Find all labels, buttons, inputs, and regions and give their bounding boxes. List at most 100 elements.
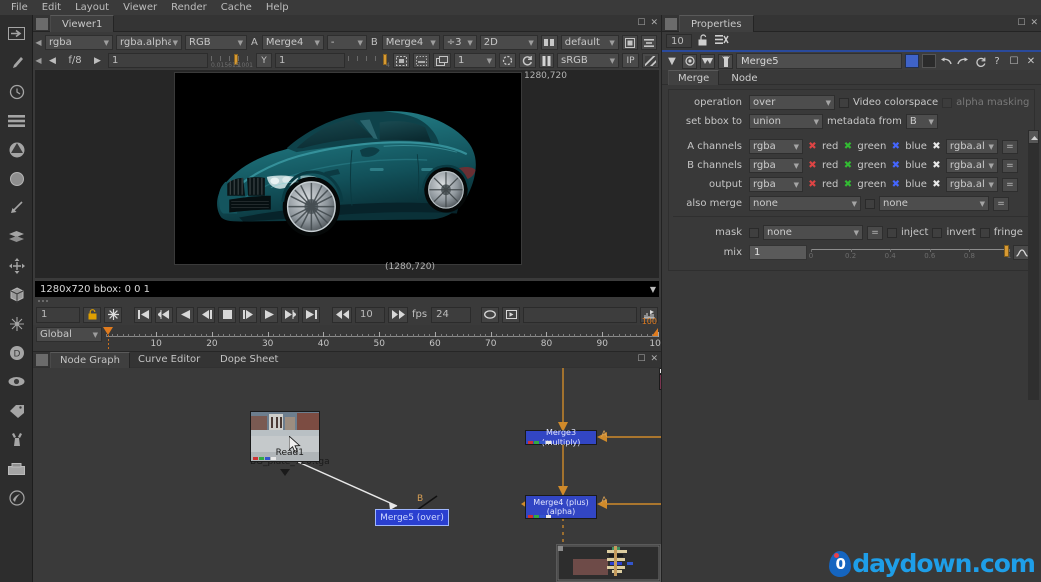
filter-node-icon[interactable] <box>0 164 33 193</box>
gamma-slider[interactable]: 4 <box>348 54 390 69</box>
timeline-scope-select[interactable]: Global ▼ <box>36 327 102 342</box>
end-marker[interactable] <box>652 328 658 336</box>
ip-button[interactable]: IP <box>622 53 639 68</box>
merge-node-icon[interactable] <box>0 222 33 251</box>
gain-value-field[interactable]: 1 <box>108 53 208 68</box>
metadata-node-icon[interactable] <box>0 396 33 425</box>
redo-icon[interactable] <box>956 54 970 69</box>
output-green-toggle[interactable]: ✖ <box>842 179 853 190</box>
scrollbar-up-button[interactable] <box>1028 130 1039 144</box>
tab-node[interactable]: Node <box>722 71 766 86</box>
output-red-toggle[interactable]: ✖ <box>807 179 818 190</box>
video-colorspace-checkbox[interactable] <box>839 97 849 108</box>
mix-slider-handle[interactable] <box>1004 245 1009 257</box>
graph-panel-drag-handle[interactable] <box>36 354 48 366</box>
time-node-icon[interactable] <box>0 77 33 106</box>
also-merge-checkbox[interactable] <box>865 198 875 209</box>
node-tile-color-swatch[interactable] <box>922 54 936 68</box>
playback-mode-icon[interactable] <box>502 306 521 323</box>
triangle-down-icon[interactable]: ▼ <box>665 54 679 69</box>
b-channels-eq-button[interactable]: = <box>1001 158 1018 173</box>
wrench-icon[interactable] <box>718 53 733 69</box>
compare-icon[interactable] <box>640 35 657 50</box>
current-frame-field[interactable]: 1 <box>36 306 80 323</box>
image-node-icon[interactable] <box>0 19 33 48</box>
unlock-icon[interactable] <box>698 33 709 49</box>
toolbar-overflow-left-icon[interactable]: ◀ <box>35 38 42 47</box>
next-keyframe-button[interactable] <box>281 306 299 323</box>
clean-icon[interactable] <box>499 53 516 68</box>
mask-eq-button[interactable]: = <box>867 225 883 240</box>
properties-drag-handle[interactable] <box>665 18 677 30</box>
b-green-toggle[interactable]: ✖ <box>842 160 853 171</box>
properties-scrollbar[interactable] <box>1028 130 1039 400</box>
gamma-value-field[interactable]: 1 <box>275 53 345 68</box>
help-icon[interactable]: ? <box>990 54 1004 69</box>
fps-field[interactable]: 24 <box>431 306 472 323</box>
b-blue-toggle[interactable]: ✖ <box>890 160 901 171</box>
loop-icon[interactable] <box>481 306 500 323</box>
undo-icon[interactable] <box>939 54 953 69</box>
viewer-image[interactable] <box>174 72 522 265</box>
scrollbar-track[interactable] <box>1028 144 1039 400</box>
playhead-marker[interactable] <box>103 327 113 335</box>
channel-node-icon[interactable] <box>0 106 33 135</box>
invert-checkbox[interactable] <box>932 227 943 238</box>
region-icon[interactable] <box>413 53 430 68</box>
node-merge5[interactable]: Merge5 (over) <box>375 509 449 526</box>
color-node-icon[interactable] <box>0 135 33 164</box>
first-frame-button[interactable] <box>134 306 152 323</box>
b-alpha-toggle[interactable]: ✖ <box>931 160 942 171</box>
node-name-field[interactable]: Merge5 <box>736 53 902 69</box>
prev-keyframe-button[interactable] <box>155 306 173 323</box>
gain-increase-button[interactable]: ▶ <box>90 53 105 68</box>
menu-item-render[interactable]: Render <box>164 0 214 15</box>
gain-slider[interactable]: 0.015615 1001 <box>211 54 253 69</box>
output-alpha-select[interactable]: rgba.al ▼ <box>945 177 998 192</box>
menu-item-file[interactable]: File <box>4 0 35 15</box>
set-bbox-to-select[interactable]: union ▼ <box>749 114 823 129</box>
menu-item-edit[interactable]: Edit <box>35 0 68 15</box>
checkerboard-icon[interactable] <box>642 53 659 68</box>
fast-rewind-button[interactable] <box>332 306 352 323</box>
pause-icon[interactable] <box>539 53 554 68</box>
metadata-from-select[interactable]: B ▼ <box>905 114 938 129</box>
inject-checkbox[interactable] <box>887 227 897 238</box>
tab-properties[interactable]: Properties <box>679 15 754 32</box>
a-alpha-select[interactable]: rgba.al ▼ <box>945 139 998 154</box>
clear-all-icon[interactable] <box>715 34 729 48</box>
proxy-scale-select[interactable]: ÷3 ▼ <box>442 35 477 50</box>
refresh-icon[interactable] <box>519 53 536 68</box>
deep-node-icon[interactable]: D <box>0 338 33 367</box>
output-alpha-toggle[interactable]: ✖ <box>931 179 942 190</box>
node-color-swatch[interactable] <box>905 54 919 68</box>
output-select[interactable]: rgba ▼ <box>749 177 803 192</box>
float-panel-icon[interactable]: ☐ <box>637 18 645 28</box>
tab-viewer1[interactable]: Viewer1 <box>50 15 115 32</box>
mask-icon[interactable] <box>700 53 715 69</box>
tab-node-graph[interactable]: Node Graph <box>50 352 130 368</box>
tab-merge[interactable]: Merge <box>668 70 720 85</box>
transport-input-field[interactable] <box>523 306 637 323</box>
channels-select[interactable]: rgba ▼ <box>45 35 113 50</box>
roi-icon[interactable] <box>540 35 558 50</box>
node-merge5-body[interactable]: Merge5 (over) <box>375 509 449 526</box>
timeline-ruler[interactable]: 10 20 30 40 50 60 70 80 90 100 100 <box>103 317 667 351</box>
lock-icon[interactable] <box>83 306 101 323</box>
output-eq-button[interactable]: = <box>1001 177 1018 192</box>
a-green-toggle[interactable]: ✖ <box>842 141 853 152</box>
overscan-icon[interactable] <box>433 53 451 68</box>
close-icon[interactable]: ✕ <box>650 18 658 28</box>
node-graph-minimap[interactable] <box>556 544 661 582</box>
plugin-icon[interactable] <box>0 483 33 512</box>
freeze-icon[interactable] <box>104 306 122 323</box>
also-merge-eq-button[interactable]: = <box>993 196 1009 211</box>
chevron-down-icon[interactable]: ▼ <box>650 285 656 294</box>
colorspace-select[interactable]: sRGB ▼ <box>557 53 619 68</box>
menu-item-help[interactable]: Help <box>259 0 296 15</box>
play-forward-button[interactable] <box>260 306 278 323</box>
node-graph-canvas[interactable]: Read1 BG_plate_720.tga Merge5 (over) B M… <box>33 368 661 582</box>
float-panel-icon[interactable]: ☐ <box>1007 54 1021 69</box>
mix-value-field[interactable]: 1 <box>749 245 807 260</box>
viewer-canvas[interactable]: 1280,720 (1280,720) <box>35 70 659 278</box>
